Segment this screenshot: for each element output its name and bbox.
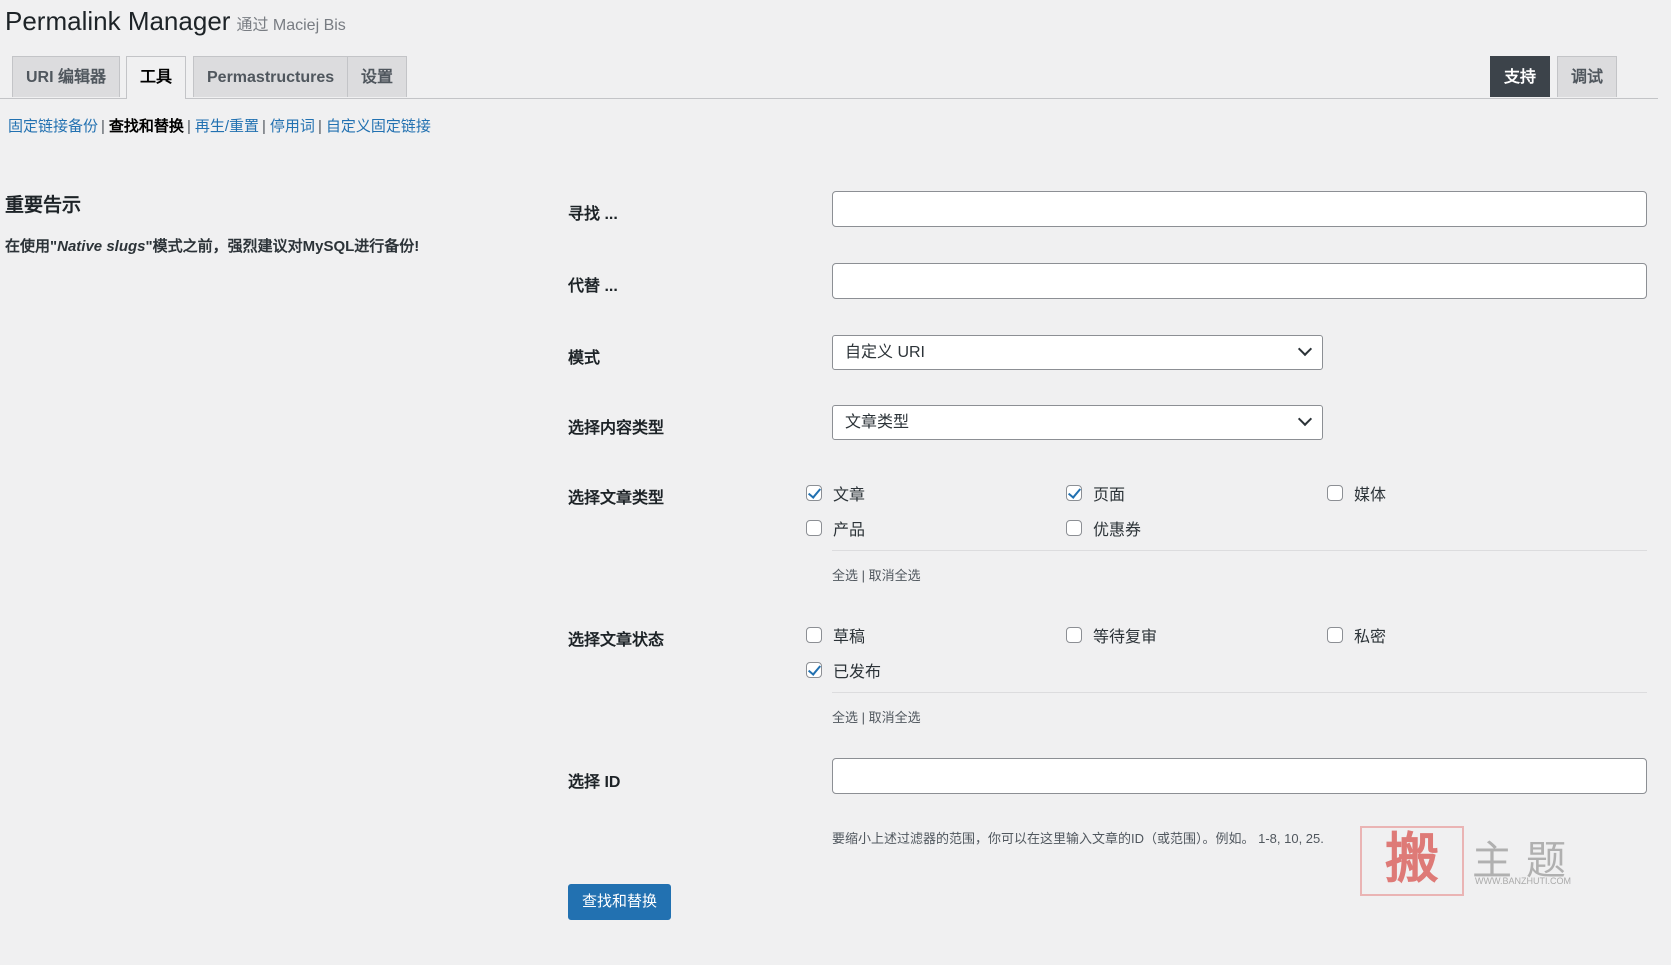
checkbox-label: 媒体	[1354, 487, 1387, 504]
checkbox-icon[interactable]	[1066, 485, 1082, 501]
nav-tabs: URI 编辑器 工具 Permastructures 设置 支持 调试	[0, 56, 1658, 99]
checkbox-icon[interactable]	[806, 662, 822, 678]
checkbox-status-publish[interactable]: 已发布	[806, 658, 881, 682]
checkbox-status-draft[interactable]: 草稿	[806, 623, 865, 647]
checkbox-post-type-coupon[interactable]: 优惠券	[1066, 516, 1141, 540]
watermark: 搬 主题 WWW.BANZHUTI.COM	[1360, 826, 1592, 896]
mode-selected-value: 自定义 URI	[845, 344, 926, 361]
tab-support[interactable]: 支持	[1490, 56, 1551, 97]
watermark-url: WWW.BANZHUTI.COM	[1475, 876, 1571, 886]
divider	[832, 692, 1647, 693]
subnav-separator: |	[101, 118, 105, 135]
content-type-select[interactable]: 文章类型	[832, 405, 1323, 440]
replace-input[interactable]	[832, 263, 1647, 299]
ids-input[interactable]	[832, 758, 1647, 794]
checkbox-post-type-post[interactable]: 文章	[806, 481, 865, 505]
checkbox-icon[interactable]	[1066, 627, 1082, 643]
checkbox-icon[interactable]	[806, 627, 822, 643]
subnav-separator: |	[317, 118, 322, 135]
checkbox-label: 等待复审	[1093, 629, 1158, 646]
subnav-backup[interactable]: 固定链接备份	[8, 118, 98, 135]
plugin-name: Permalink Manager	[5, 6, 231, 36]
notice-italic: Native slugs	[57, 238, 146, 255]
checkbox-icon[interactable]	[1327, 485, 1343, 501]
content-type-selected-value: 文章类型	[845, 414, 910, 431]
ids-hint: 要缩小上述过滤器的范围，你可以在这里输入文章的ID（或范围）。例如。 1-8, …	[832, 831, 1324, 846]
divider	[832, 550, 1647, 551]
post-status-select-all[interactable]: 全选 | 取消全选	[832, 707, 921, 726]
checkbox-label: 产品	[833, 522, 866, 539]
mode-select[interactable]: 自定义 URI	[832, 335, 1323, 370]
checkbox-icon[interactable]	[806, 485, 822, 501]
notice-heading: 重要告示	[5, 195, 82, 216]
page-title: Permalink Manager 通过 Maciej Bis	[5, 6, 346, 37]
checkbox-icon[interactable]	[1066, 520, 1082, 536]
checkbox-icon[interactable]	[806, 520, 822, 536]
notice-text: 在使用"Native slugs"模式之前，强烈建议对MySQL进行备份!	[5, 235, 419, 256]
replace-label: 代替 ...	[568, 278, 618, 295]
post-types-label: 选择文章类型	[568, 490, 665, 507]
find-label: 寻找 ...	[568, 206, 618, 223]
chevron-down-icon	[1297, 411, 1313, 427]
subnav-custom-permalinks[interactable]: 自定义固定链接	[326, 118, 431, 135]
tab-settings[interactable]: 设置	[347, 56, 408, 97]
post-types-select-all[interactable]: 全选 | 取消全选	[832, 565, 921, 584]
ids-label: 选择 ID	[568, 774, 621, 791]
tab-debug[interactable]: 调试	[1557, 56, 1618, 97]
checkbox-label: 私密	[1354, 629, 1387, 646]
subnav-separator: |	[186, 118, 191, 135]
checkbox-post-type-page[interactable]: 页面	[1066, 481, 1125, 505]
plugin-author: 通过 Maciej Bis	[236, 17, 346, 34]
watermark-seal: 搬	[1360, 826, 1464, 896]
checkbox-label: 页面	[1093, 487, 1126, 504]
subnav-find-replace[interactable]: 查找和替换	[109, 118, 184, 135]
chevron-down-icon	[1297, 341, 1313, 357]
checkbox-status-pending[interactable]: 等待复审	[1066, 623, 1157, 647]
checkbox-post-type-product[interactable]: 产品	[806, 516, 865, 540]
checkbox-label: 已发布	[833, 664, 882, 681]
checkbox-icon[interactable]	[1327, 627, 1343, 643]
tools-subnav: 固定链接备份 | 查找和替换 | 再生/重置 | 停用词 | 自定义固定链接	[8, 115, 431, 136]
mode-label: 模式	[568, 350, 601, 367]
checkbox-label: 草稿	[833, 629, 866, 646]
subnav-stop-words[interactable]: 停用词	[270, 118, 315, 135]
notice-suffix: "模式之前，强烈建议对MySQL进行备份!	[145, 238, 420, 255]
find-input[interactable]	[832, 191, 1647, 227]
checkbox-label: 优惠券	[1093, 522, 1142, 539]
post-status-label: 选择文章状态	[568, 632, 665, 649]
find-replace-submit-button[interactable]: 查找和替换	[568, 884, 672, 920]
tab-tools[interactable]: 工具	[126, 56, 187, 99]
subnav-regenerate[interactable]: 再生/重置	[195, 118, 259, 135]
checkbox-post-type-media[interactable]: 媒体	[1327, 481, 1386, 505]
tab-uri-editor[interactable]: URI 编辑器	[12, 56, 121, 97]
checkbox-status-private[interactable]: 私密	[1327, 623, 1386, 647]
subnav-separator: |	[262, 118, 266, 135]
tab-permastructures[interactable]: Permastructures	[193, 56, 349, 97]
checkbox-label: 文章	[833, 487, 866, 504]
notice-prefix: 在使用"	[5, 238, 58, 255]
content-type-label: 选择内容类型	[568, 420, 665, 437]
